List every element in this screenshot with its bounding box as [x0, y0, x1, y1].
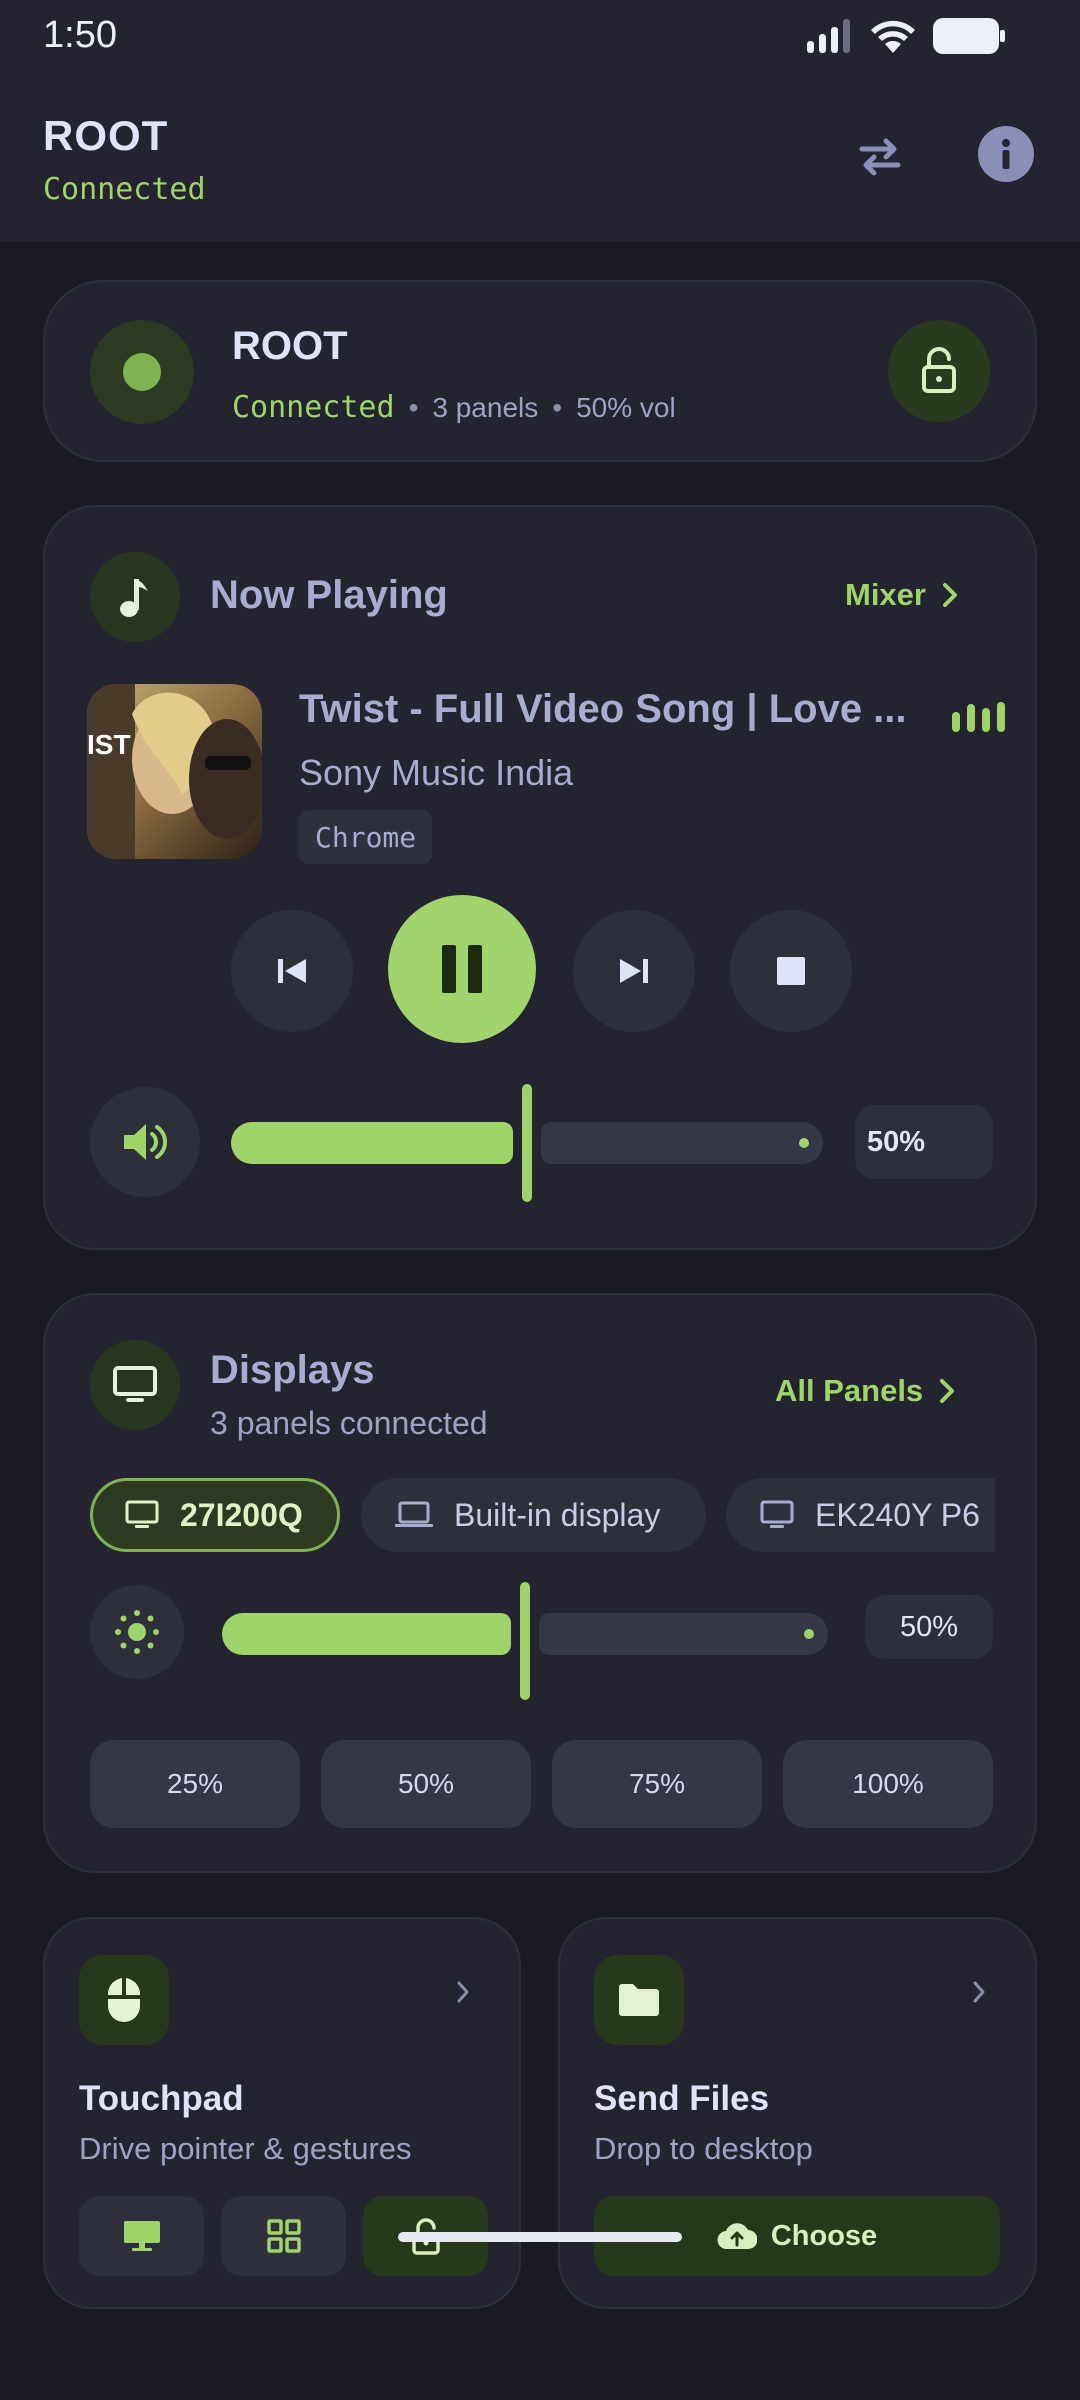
panel-chip-label: 27I200Q [180, 1496, 303, 1533]
now-playing-card: Now Playing Mixer IST Twist - Full Video… [43, 505, 1037, 1250]
touchpad-subtitle: Drive pointer & gestures [79, 2131, 412, 2166]
mouse-icon [79, 1955, 169, 2045]
next-button[interactable] [573, 910, 695, 1032]
volume-mute-button[interactable] [90, 1087, 200, 1197]
connection-meta: Connected • 3 panels • 50% vol [232, 390, 676, 425]
swap-icon[interactable] [850, 127, 910, 187]
track-title: Twist - Full Video Song | Love ... [299, 687, 907, 731]
monitor-icon [90, 1340, 180, 1430]
panel-count: 3 panels [432, 391, 539, 423]
track-artist: Sony Music India [299, 752, 574, 793]
displays-title: Displays [210, 1348, 375, 1392]
brightness-slider-fill [222, 1613, 511, 1655]
mixer-link-label: Mixer [845, 577, 926, 612]
all-panels-link[interactable]: All Panels [775, 1373, 957, 1409]
all-panels-link-label: All Panels [775, 1373, 924, 1408]
cloud-upload-icon [717, 2223, 757, 2250]
wifi-icon [871, 20, 915, 53]
send-files-subtitle: Drop to desktop [594, 2131, 813, 2166]
now-playing-title: Now Playing [210, 573, 448, 617]
panel-selector: 27I200Q Built-in display EK240Y P6 [90, 1478, 995, 1554]
preset-75-button[interactable]: 75% [552, 1740, 762, 1828]
panel-chip-ek240y-p6[interactable]: EK240Y P6 [726, 1478, 995, 1552]
stop-button[interactable] [730, 910, 852, 1032]
volume-icon [124, 1124, 167, 1160]
battery-icon [933, 18, 1005, 54]
separator: • [408, 391, 419, 423]
connection-status: Connected [232, 390, 395, 425]
status-bar: 1:50 [0, 0, 1080, 72]
choose-file-label: Choose [770, 2219, 878, 2252]
previous-button[interactable] [231, 910, 353, 1032]
panel-chip-built-in-display[interactable]: Built-in display [361, 1478, 706, 1552]
desktop-mode-button[interactable] [79, 2196, 204, 2276]
lock-button[interactable] [888, 320, 990, 422]
album-art-text: IST [87, 729, 131, 760]
laptop-icon [395, 1501, 433, 1527]
home-indicator[interactable] [398, 2232, 682, 2242]
info-icon[interactable] [978, 126, 1034, 182]
pause-button[interactable] [388, 895, 536, 1043]
volume-summary: 50% vol [576, 391, 676, 423]
mixer-link[interactable]: Mixer [845, 577, 960, 613]
preset-50-button[interactable]: 50% [321, 1740, 531, 1828]
equalizer-icon [952, 702, 1005, 732]
signal-icon [807, 19, 850, 53]
monitor-icon [760, 1500, 794, 1528]
touchpad-title: Touchpad [79, 2079, 244, 2118]
app-connection-status: Connected [43, 172, 206, 207]
chevron-right-icon [973, 1981, 985, 2003]
displays-card: Displays 3 panels connected All Panels 2… [43, 1293, 1037, 1873]
chevron-right-icon [457, 1981, 469, 2003]
displays-subtitle: 3 panels connected [210, 1405, 488, 1441]
chevron-right-icon [942, 583, 957, 607]
lock-icon [922, 347, 956, 393]
connection-card[interactable]: ROOT Connected • 3 panels • 50% vol [43, 280, 1037, 462]
preset-100-button[interactable]: 100% [783, 1740, 993, 1828]
monitor-icon [125, 1500, 159, 1528]
status-icons [807, 18, 1005, 54]
music-note-icon [90, 552, 180, 642]
panel-chip-label: Built-in display [454, 1496, 661, 1533]
brightness-icon [115, 1610, 159, 1654]
brightness-percent: 50% [865, 1595, 993, 1659]
app-bar: ROOT Connected [0, 72, 1080, 242]
connection-name: ROOT [232, 324, 348, 368]
desktop-icon [123, 2221, 160, 2251]
volume-slider-thumb[interactable] [522, 1084, 532, 1202]
separator: • [552, 391, 563, 423]
skip-next-icon [620, 959, 648, 983]
volume-percent: 50% [855, 1105, 993, 1179]
stop-icon [777, 957, 805, 985]
touchpad-tile[interactable]: Touchpad Drive pointer & gestures [43, 1917, 521, 2309]
connection-indicator [90, 320, 194, 424]
status-time: 1:50 [43, 14, 117, 56]
brightness-button[interactable] [90, 1585, 184, 1679]
panel-chip-27i200q[interactable]: 27I200Q [90, 1478, 340, 1552]
album-art: IST [87, 684, 262, 859]
grid-view-button[interactable] [221, 2196, 346, 2276]
source-chip: Chrome [299, 810, 433, 864]
grid-icon [266, 2219, 301, 2253]
volume-slider-track [541, 1122, 823, 1164]
app-title: ROOT [43, 112, 169, 159]
send-files-tile[interactable]: Send Files Drop to desktop Choose [558, 1917, 1037, 2309]
chevron-right-icon [940, 1379, 955, 1403]
pause-icon [442, 945, 482, 993]
skip-previous-icon [278, 959, 306, 983]
panel-chip-label: EK240Y P6 [815, 1496, 980, 1533]
brightness-slider-track [539, 1613, 828, 1655]
send-files-title: Send Files [594, 2079, 770, 2118]
folder-icon [594, 1955, 684, 2045]
brightness-slider-thumb[interactable] [520, 1582, 530, 1700]
preset-25-button[interactable]: 25% [90, 1740, 300, 1828]
volume-slider-fill [231, 1122, 513, 1164]
